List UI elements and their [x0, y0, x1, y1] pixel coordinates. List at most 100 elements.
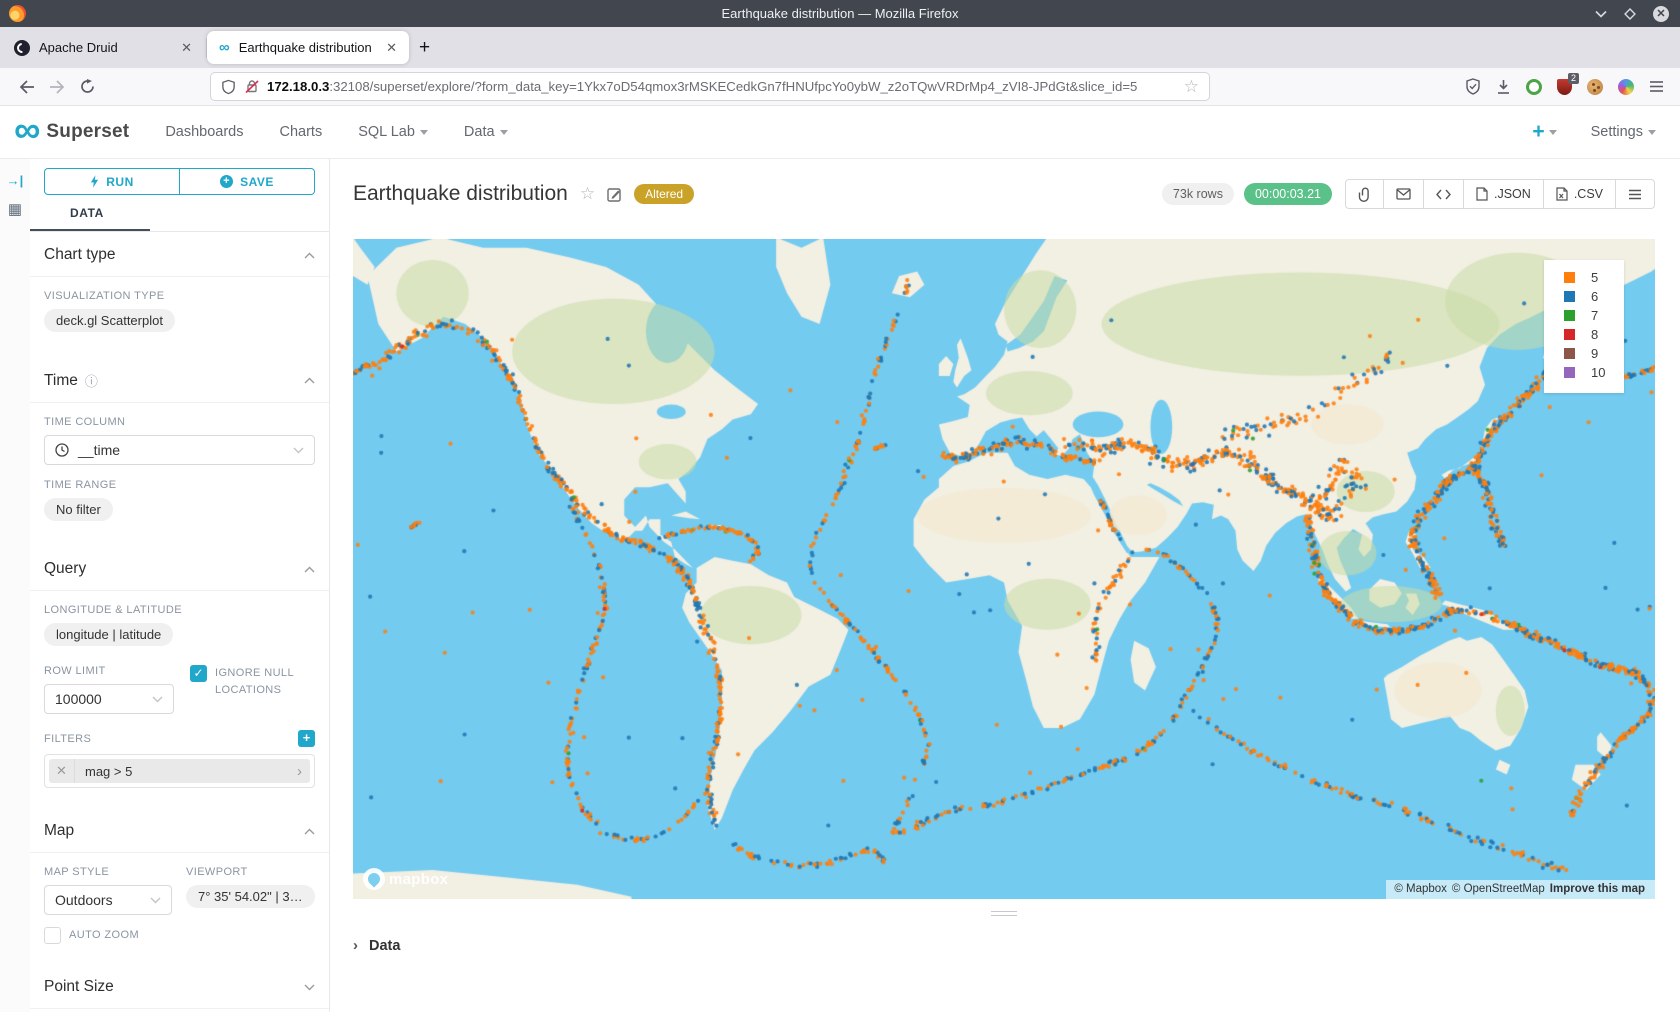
legend-swatch: [1564, 367, 1575, 378]
shield-icon[interactable]: [221, 79, 236, 95]
menu-icon[interactable]: [1649, 80, 1664, 93]
window-maximize-button[interactable]: [1624, 8, 1636, 20]
deckgl-map[interactable]: 5678910 mapbox © Mapbox © OpenStreetMap …: [353, 239, 1655, 899]
tab-close-icon[interactable]: ✕: [177, 40, 196, 56]
auto-zoom-label: AUTO ZOOM: [69, 927, 139, 944]
extension-green-icon[interactable]: [1526, 79, 1542, 95]
legend-swatch: [1564, 310, 1575, 321]
datasource-grid-icon[interactable]: ▦: [0, 200, 30, 218]
collapse-panel-icon[interactable]: →|: [0, 173, 30, 188]
window-titlebar: Earthquake distribution — Mozilla Firefo…: [0, 0, 1680, 27]
lock-insecure-icon[interactable]: [245, 79, 259, 94]
tab-earthquake-distribution[interactable]: ∞ Earthquake distribution ✕: [207, 31, 409, 64]
map-style-label: MAP STYLE: [44, 866, 172, 878]
embed-code-button[interactable]: [1423, 180, 1463, 208]
legend-item: 9: [1564, 346, 1612, 361]
legend-label: 6: [1591, 289, 1598, 304]
forward-button[interactable]: [42, 80, 72, 94]
info-icon: ⓘ: [85, 371, 98, 390]
resize-handle[interactable]: [991, 911, 1017, 919]
attribution-osm-link[interactable]: © OpenStreetMap: [1452, 883, 1545, 895]
legend-label: 10: [1591, 365, 1605, 380]
export-json-button[interactable]: .JSON: [1463, 180, 1543, 208]
url-bar[interactable]: 172.18.0.3:32108/superset/explore/?form_…: [210, 72, 1210, 101]
chevron-down-icon: [293, 447, 304, 454]
chevron-right-icon: ›: [297, 763, 310, 780]
section-query[interactable]: Query: [30, 546, 329, 591]
time-column-select[interactable]: __time: [44, 435, 315, 465]
improve-map-link[interactable]: Improve this map: [1550, 883, 1645, 895]
control-panel: RUN + SAVE DATA Chart type VISUALIZATION…: [30, 159, 330, 1012]
superset-brand[interactable]: Superset: [46, 121, 129, 143]
url-text: 172.18.0.3:32108/superset/explore/?form_…: [267, 79, 1184, 94]
new-tab-button[interactable]: +: [419, 37, 430, 59]
lonlat-pill[interactable]: longitude | latitude: [44, 623, 173, 646]
window-title: Earthquake distribution — Mozilla Firefo…: [0, 6, 1680, 21]
nav-dashboards[interactable]: Dashboards: [165, 124, 243, 140]
section-point-size[interactable]: Point Size: [30, 964, 329, 1009]
envelope-icon: [1396, 188, 1411, 200]
chevron-right-icon: ›: [353, 937, 358, 954]
extension-colorful-icon[interactable]: [1618, 79, 1634, 95]
more-menu-button[interactable]: [1615, 180, 1654, 208]
legend-label: 8: [1591, 327, 1598, 342]
viewport-pill[interactable]: 7° 35' 54.02" | 31...: [186, 885, 315, 908]
bookmark-star-icon[interactable]: ☆: [1184, 77, 1199, 97]
tab-close-icon[interactable]: ✕: [382, 40, 401, 56]
favorite-star-icon[interactable]: ☆: [580, 184, 595, 204]
extension-cookie-icon[interactable]: [1587, 79, 1603, 95]
attribution-mapbox-link[interactable]: © Mapbox: [1394, 883, 1447, 895]
run-button[interactable]: RUN: [44, 168, 180, 195]
legend-item: 8: [1564, 327, 1612, 342]
time-column-label: TIME COLUMN: [44, 416, 315, 428]
filter-container: ✕ mag > 5 ›: [44, 754, 315, 788]
remove-filter-icon[interactable]: ✕: [49, 759, 75, 783]
save-button[interactable]: + SAVE: [179, 168, 315, 195]
nav-sql-lab[interactable]: SQL Lab: [358, 124, 428, 140]
download-icon[interactable]: [1496, 79, 1511, 95]
chevron-up-icon: [304, 377, 315, 384]
superset-logo-icon[interactable]: ∞: [14, 110, 40, 150]
left-icon-rail: →| ▦: [0, 159, 30, 1012]
nav-data[interactable]: Data: [464, 124, 508, 140]
extension-adblock-icon[interactable]: 2: [1557, 79, 1572, 95]
viz-type-pill[interactable]: deck.gl Scatterplot: [44, 309, 175, 332]
code-icon: [1436, 189, 1451, 200]
row-limit-label: ROW LIMIT: [44, 665, 174, 677]
back-button[interactable]: [12, 80, 42, 94]
data-panel-toggle[interactable]: › Data: [353, 929, 1655, 974]
nav-charts[interactable]: Charts: [280, 124, 323, 140]
superset-favicon: ∞: [219, 40, 230, 56]
add-new-button[interactable]: +: [1532, 120, 1556, 144]
window-minimize-button[interactable]: [1595, 10, 1607, 18]
map-style-select[interactable]: Outdoors: [44, 885, 172, 915]
export-csv-button[interactable]: .CSV: [1543, 180, 1615, 208]
reload-button[interactable]: [72, 79, 102, 94]
file-x-icon: [1556, 187, 1568, 201]
legend-label: 5: [1591, 270, 1598, 285]
tab-apache-druid[interactable]: Apache Druid ✕: [0, 27, 206, 68]
auto-zoom-checkbox[interactable]: [44, 927, 61, 944]
ignore-null-checkbox[interactable]: ✓: [190, 665, 207, 682]
chart-title: Earthquake distribution: [353, 182, 568, 206]
window-close-button[interactable]: ✕: [1653, 6, 1669, 22]
edit-properties-icon[interactable]: [607, 187, 622, 202]
filter-chip[interactable]: ✕ mag > 5 ›: [49, 759, 310, 783]
tab-data[interactable]: DATA: [30, 206, 329, 220]
email-button[interactable]: [1383, 180, 1423, 208]
row-limit-select[interactable]: 100000: [44, 684, 174, 714]
mapbox-logo[interactable]: mapbox: [363, 868, 448, 890]
link-icon: [1358, 187, 1371, 202]
section-map[interactable]: Map: [30, 808, 329, 853]
lonlat-label: LONGITUDE & LATITUDE: [44, 604, 315, 616]
protections-shield-icon[interactable]: [1465, 78, 1481, 95]
section-chart-type[interactable]: Chart type: [30, 232, 329, 277]
settings-menu[interactable]: Settings: [1591, 124, 1656, 140]
time-range-pill[interactable]: No filter: [44, 498, 113, 521]
map-canvas[interactable]: [353, 239, 1655, 899]
chart-area: Earthquake distribution ☆ Altered 73k ro…: [330, 159, 1680, 1012]
share-link-button[interactable]: [1346, 180, 1383, 208]
caret-down-icon: [420, 130, 428, 135]
section-time[interactable]: Timeⓘ: [30, 357, 329, 403]
add-filter-button[interactable]: +: [298, 730, 315, 747]
